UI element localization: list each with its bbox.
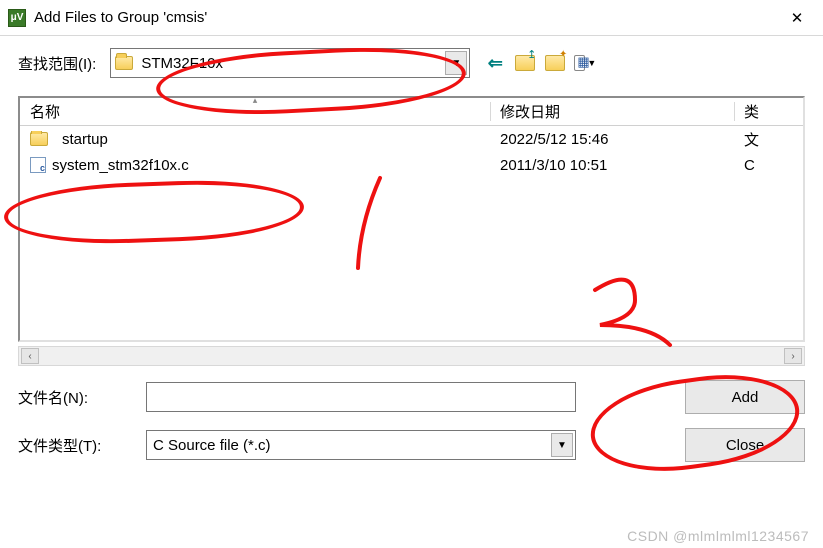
column-header-name-text: 名称 <box>30 101 60 122</box>
filename-label: 文件名(N): <box>18 387 128 408</box>
horizontal-scrollbar[interactable]: ‹ › <box>18 346 805 366</box>
lookin-row: 查找范围(I): STM32F10x ▼ ⇐ ▼ <box>18 48 805 78</box>
column-header-type[interactable]: 类 <box>734 98 803 125</box>
up-one-level-icon[interactable] <box>514 52 536 74</box>
file-date: 2022/5/12 15:46 <box>490 131 734 148</box>
views-icon[interactable]: ▼ <box>574 52 596 74</box>
folder-icon <box>30 132 48 146</box>
filetype-label: 文件类型(T): <box>18 435 128 456</box>
list-header: 名称 ▴ 修改日期 类 <box>20 98 803 126</box>
watermark: CSDN @mlmlmlml1234567 <box>627 528 809 544</box>
file-type: 文 <box>734 129 803 150</box>
file-date: 2011/3/10 10:51 <box>490 157 734 174</box>
close-button[interactable]: Close <box>685 428 805 462</box>
column-header-name[interactable]: 名称 ▴ <box>20 98 490 125</box>
file-type: C <box>734 157 803 174</box>
add-button[interactable]: Add <box>685 380 805 414</box>
file-name: system_stm32f10x.c <box>52 157 189 174</box>
file-list: 名称 ▴ 修改日期 类 startup 2022/5/12 15:46 文 sy… <box>18 96 805 342</box>
folder-icon <box>115 56 133 70</box>
title-bar: μV Add Files to Group 'cmsis' ✕ <box>0 0 823 36</box>
sort-indicator-icon: ▴ <box>253 95 258 106</box>
list-item[interactable]: startup 2022/5/12 15:46 文 <box>20 126 803 152</box>
back-icon[interactable]: ⇐ <box>484 52 506 74</box>
scroll-right-icon[interactable]: › <box>784 348 802 364</box>
filetype-value: C Source file (*.c) <box>153 437 271 454</box>
list-body: startup 2022/5/12 15:46 文 system_stm32f1… <box>20 126 803 340</box>
filename-input[interactable] <box>146 382 576 412</box>
chevron-down-icon[interactable]: ▼ <box>551 433 573 457</box>
nav-icons: ⇐ ▼ <box>484 52 596 74</box>
file-name: startup <box>62 131 108 148</box>
lookin-label: 查找范围(I): <box>18 53 96 74</box>
window-title: Add Files to Group 'cmsis' <box>34 9 779 26</box>
lookin-value: STM32F10x <box>141 55 223 72</box>
new-folder-icon[interactable] <box>544 52 566 74</box>
column-header-date[interactable]: 修改日期 <box>490 98 734 125</box>
filetype-combo[interactable]: C Source file (*.c) ▼ <box>146 430 576 460</box>
scroll-left-icon[interactable]: ‹ <box>21 348 39 364</box>
list-item[interactable]: system_stm32f10x.c 2011/3/10 10:51 C <box>20 152 803 178</box>
lookin-combo[interactable]: STM32F10x ▼ <box>110 48 470 78</box>
c-file-icon <box>30 157 46 173</box>
chevron-down-icon[interactable]: ▼ <box>445 51 467 75</box>
app-icon: μV <box>8 9 26 27</box>
close-icon[interactable]: ✕ <box>779 0 815 36</box>
